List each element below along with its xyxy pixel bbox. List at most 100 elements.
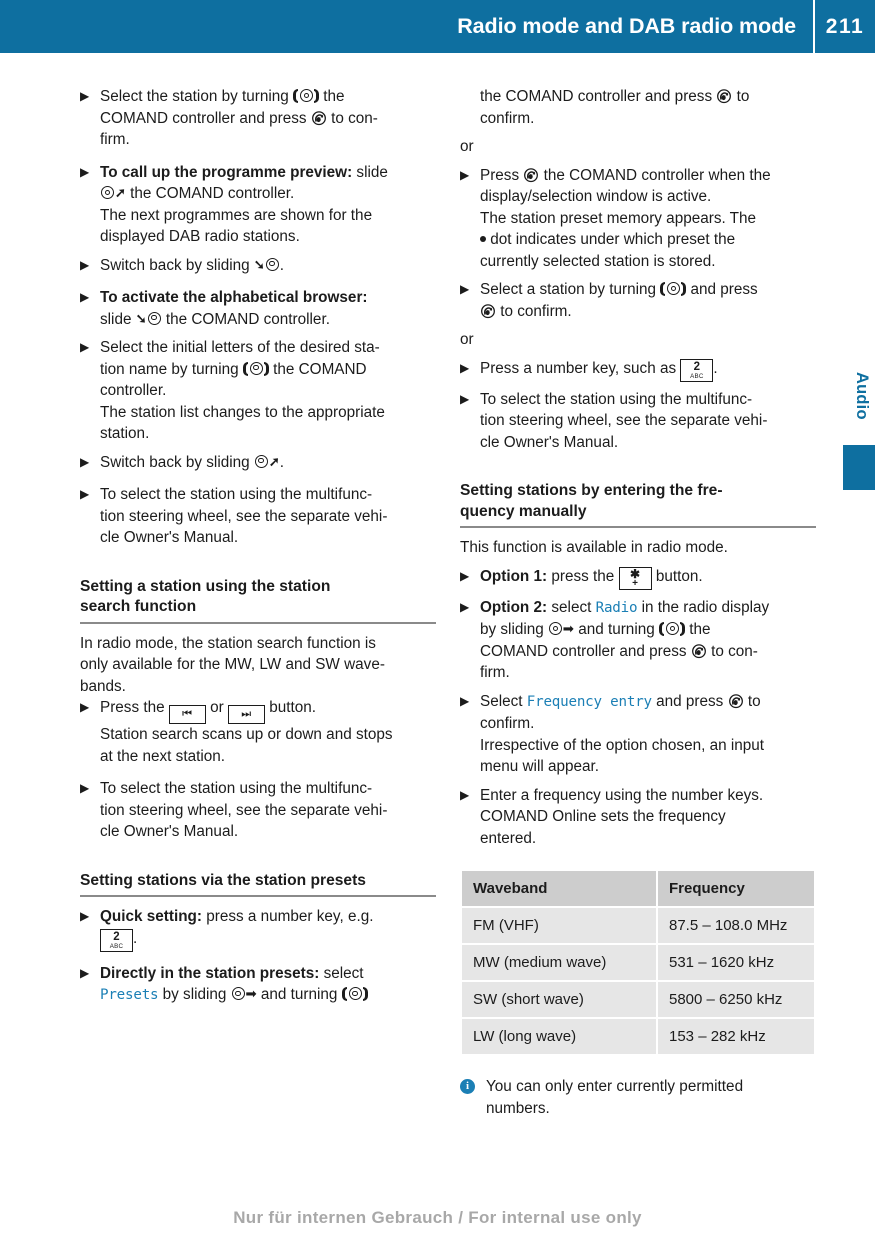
step-bullet-icon: ▶ [80, 781, 90, 795]
number-key-2-abc-icon[interactable]: 2 ABC [680, 358, 714, 382]
step-text-line3b: to con- [711, 642, 758, 660]
step-text-after-bold: press a number key, e.g. [206, 908, 374, 925]
display-text-radio: Radio [595, 599, 638, 616]
step-bullet-icon: ▶ [460, 568, 470, 583]
step-text-line2: tion steering wheel, see the separate ve… [100, 507, 388, 525]
step-bullet-icon: ▶ [460, 167, 470, 182]
step-bullet-icon: ▶ [460, 787, 470, 802]
step-result-line3: currently selected station is stored. [480, 252, 716, 270]
step-text-b: . [713, 359, 718, 377]
step-bullet-icon: ▶ [460, 391, 470, 406]
section-heading-line2: search function [80, 598, 197, 615]
arrow-left-icon: ➘ [253, 256, 265, 272]
arrow-down-icon: ➟ [563, 621, 574, 636]
star-plus-key-icon[interactable]: ✱ + [618, 566, 652, 590]
step-bullet-icon: ▶ [460, 693, 470, 708]
step-bullet-icon: ▶ [460, 282, 470, 296]
cont-text-line1b: to [736, 88, 750, 105]
heading-divider [80, 621, 436, 624]
step-text-line2: tion name by turning [100, 360, 239, 378]
skip-back-key-icon[interactable]: ⏮ [168, 705, 206, 724]
right-column: the COMAND controller and press to confi… [460, 86, 816, 1119]
step-text-after-key: button. [655, 567, 703, 585]
waveband-frequency-table: Waveband Frequency FM (VHF) 87.5 – 108.0… [460, 869, 816, 1056]
section-heading-line2: quency manually [460, 502, 587, 520]
step-result-line1: COMAND Online sets the frequency [480, 808, 726, 825]
list-item: ▶ Press the ⏮ or ⏭ button. Station searc… [80, 697, 436, 767]
table-cell-frequency: 153 – 282 kHz [658, 1019, 814, 1054]
section-heading: Setting a station using the station sear… [80, 577, 436, 618]
step-text-bold: Quick setting: [100, 908, 202, 925]
step-bullet-icon: ▶ [80, 487, 90, 501]
step-text-bold: To activate the alphabetical browser: [100, 289, 368, 306]
number-key-2-abc-icon[interactable]: 2 ABC [100, 928, 133, 952]
section-heading: Setting stations by entering the fre- qu… [460, 481, 816, 522]
comand-turn-icon [658, 621, 685, 637]
table-cell-waveband: SW (short wave) [462, 982, 656, 1017]
comand-press-icon [691, 643, 707, 659]
list-item: ▶ Select Frequency entry and press to co… [460, 691, 816, 778]
step-text-line1b: and press [690, 281, 758, 298]
arrow-down-icon: ➟ [245, 986, 257, 1001]
step-text-line3: cle Owner's Manual. [480, 433, 619, 451]
info-note-line2: numbers. [486, 1099, 550, 1117]
info-note: i You can only enter currently permitted… [460, 1076, 816, 1119]
step-bullet-icon: ▶ [80, 290, 90, 304]
step-text-line2: slide [100, 310, 132, 328]
paragraph-line1: In radio mode, the station search functi… [80, 634, 376, 652]
list-item: ▶ Press a number key, such as 2 ABC. [460, 358, 816, 382]
step-text-after-key: . [133, 929, 138, 947]
list-item: ▶ To select the station using the multif… [80, 484, 436, 549]
table-header-waveband: Waveband [462, 871, 656, 906]
list-item: ▶ Switch back by sliding ➘. [80, 255, 436, 277]
step-text-line2: confirm. [480, 715, 535, 732]
step-bullet-icon: ▶ [80, 454, 90, 469]
step-text-c: button. [269, 699, 317, 716]
cont-text-line1: the COMAND controller and press [480, 88, 713, 105]
section-heading-line1: Setting a station using the station [80, 577, 331, 595]
list-item: ▶ To select the station using the multif… [80, 778, 436, 843]
step-text-after-bold: select [323, 964, 364, 982]
table-cell-frequency: 87.5 – 108.0 MHz [658, 908, 814, 943]
table-row: LW (long wave) 153 – 282 kHz [462, 1019, 814, 1054]
list-item: ▶ To call up the programme preview: slid… [80, 162, 436, 248]
step-text-line2: tion steering wheel, see the separate ve… [480, 412, 768, 429]
skip-forward-key-icon[interactable]: ⏭ [227, 705, 265, 724]
list-item: ▶ Option 1: press the ✱ + button. [460, 566, 816, 590]
step-text-line3: controller. [100, 382, 167, 399]
step-text-a: Press a number key, such as [480, 359, 677, 377]
heading-divider [80, 895, 436, 897]
step-bullet-icon: ▶ [80, 257, 90, 272]
step-text-line2b: the COMAND [273, 360, 367, 378]
section-heading: Setting stations via the station presets [80, 871, 366, 889]
comand-press-icon [716, 88, 732, 104]
comand-slide-right-icon [100, 185, 115, 201]
paragraph-line3: bands. [80, 677, 126, 695]
list-item: ▶ Select a station by turning and press … [460, 279, 816, 322]
table-header-row: Waveband Frequency [462, 871, 814, 906]
step-text-a: Select [480, 692, 523, 710]
step-result-line2: station. [100, 425, 150, 442]
table-row: MW (medium wave) 531 – 1620 kHz [462, 945, 814, 980]
step-text-line2b: the COMAND controller. [165, 310, 330, 328]
step-text-line1: To select the station using the multifun… [480, 390, 753, 408]
step-text-line1: Select the initial letters of the desire… [100, 339, 380, 356]
list-item: ▶ To select the station using the multif… [460, 389, 816, 454]
step-text-a: Press the [100, 699, 165, 716]
step-bullet-icon: ▶ [80, 700, 90, 714]
step-text-line1: To select the station using the multifun… [100, 486, 373, 503]
comand-slide-left-icon [147, 311, 162, 327]
list-item: ▶ Option 2: select Radio in the radio di… [460, 597, 816, 684]
list-item: ▶ Press the COMAND controller when the d… [460, 165, 816, 273]
list-item: ▶ Switch back by sliding ➚. [80, 452, 436, 474]
list-item: ▶ Select the initial letters of the desi… [80, 337, 436, 445]
table-header-frequency: Frequency [658, 871, 814, 906]
